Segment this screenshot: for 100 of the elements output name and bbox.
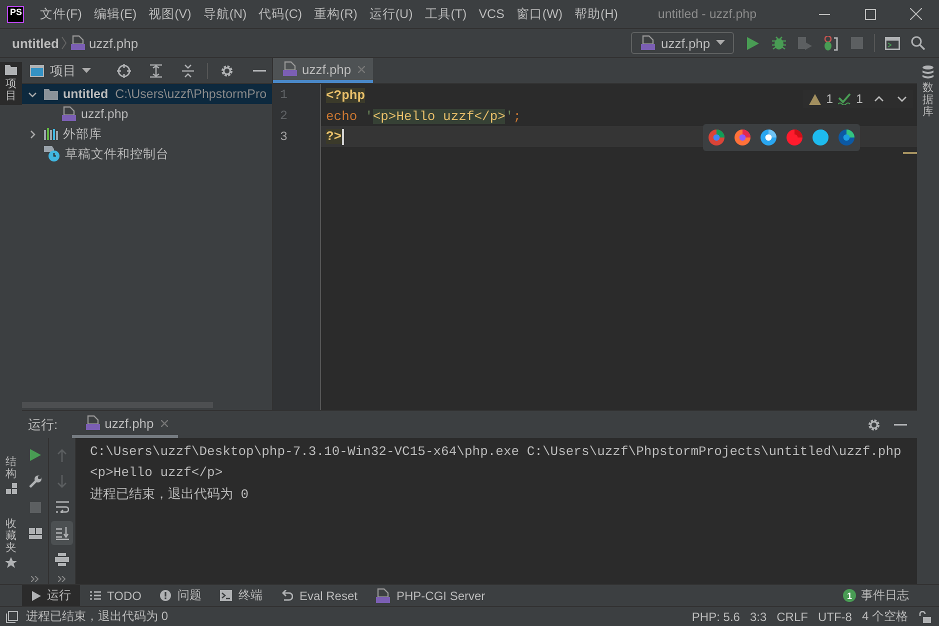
wrench-icon[interactable] (28, 474, 42, 488)
status-item[interactable]: 3:3 (744, 610, 772, 624)
php-file-icon (376, 588, 390, 604)
tool-window-label: 结构 (6, 456, 16, 480)
locate-icon[interactable] (117, 64, 131, 78)
run-icon[interactable] (747, 36, 759, 50)
menu-item[interactable]: 重构(R) (308, 6, 364, 22)
tool-window-label: 项目 (6, 78, 16, 102)
warning-icon[interactable] (809, 94, 822, 104)
editor-tab[interactable]: uzzf.php (273, 58, 374, 83)
run-config-dropdown[interactable]: uzzf.php (631, 32, 734, 54)
undo-icon (281, 590, 294, 602)
settings-icon[interactable] (867, 418, 881, 432)
debug-attach-icon[interactable] (824, 36, 838, 50)
notification-count: 1 (843, 589, 856, 602)
console-line: 进程已结束，退出代码为 0 (90, 486, 250, 504)
tree-label: uzzf.php (81, 107, 128, 121)
tree-item[interactable]: 外部库 (22, 124, 272, 144)
chevron-icon (60, 36, 67, 50)
menu-item[interactable]: 帮助(H) (568, 6, 624, 22)
previous-icon[interactable] (874, 96, 884, 102)
run-tab[interactable]: uzzf.php (72, 411, 178, 438)
status-item[interactable]: 4 个空格 (856, 608, 913, 625)
menu-item[interactable]: 窗口(W) (510, 6, 569, 22)
typo-check-icon[interactable] (838, 93, 852, 105)
tool-window-tab[interactable]: 运行 (22, 585, 80, 606)
php-file-icon (283, 61, 297, 77)
folder-icon (5, 65, 17, 75)
structure-icon (6, 482, 16, 494)
database-icon (922, 65, 934, 79)
tool-window-button[interactable]: 收藏夹 (0, 514, 22, 572)
php-file-icon (641, 35, 655, 51)
project-view-dropdown[interactable]: 项目 (30, 62, 91, 80)
panel-label: 运行: (28, 416, 58, 434)
scroll-to-end-button[interactable] (51, 521, 73, 545)
warning-count: 1 (826, 92, 834, 106)
caret-icon (82, 68, 91, 73)
menu-item[interactable]: 编辑(E) (88, 6, 143, 22)
tool-window-button[interactable]: 结构 (0, 452, 22, 497)
menu-item[interactable]: VCS (472, 7, 510, 21)
tool-window-tab[interactable]: 终端 (210, 585, 272, 606)
caret-icon (716, 40, 726, 46)
menu-item[interactable]: 工具(T) (418, 6, 473, 22)
breadcrumb[interactable]: uzzf.php (88, 36, 138, 50)
expand-all-icon[interactable] (150, 64, 162, 78)
tree-item[interactable]: 草稿文件和控制台 (22, 144, 272, 164)
menu-item[interactable]: 运行(U) (363, 6, 419, 22)
folder-icon (44, 88, 58, 100)
tool-window-tab[interactable]: PHP-CGI Server (366, 585, 494, 606)
status-message: 进程已结束，退出代码为 0 (26, 608, 168, 625)
rerun-icon[interactable] (30, 449, 40, 461)
tree-label: 外部库 (63, 126, 102, 142)
menu-item[interactable]: 代码(C) (252, 6, 308, 22)
event-log-button[interactable]: 1 事件日志 (843, 585, 939, 606)
play-icon (32, 590, 41, 600)
window-title: untitled - uzzf.php (658, 7, 757, 21)
exclamation-icon (160, 590, 172, 601)
more-icon[interactable] (31, 576, 39, 582)
typo-count: 1 (856, 92, 863, 106)
php-file-icon (70, 35, 85, 51)
list-icon (90, 591, 101, 600)
layout-icon[interactable] (28, 528, 42, 538)
scroll-to-end-icon[interactable] (56, 526, 68, 540)
line-number: 3 (279, 128, 289, 146)
menu-item[interactable]: 导航(N) (197, 6, 253, 22)
terminal-window-icon[interactable] (884, 36, 900, 50)
next-icon[interactable] (897, 96, 907, 102)
console-line: C:\Users\uzzf\Desktop\php-7.3.10-Win32-VC15-x64\php.exe C:\Users\uzzf\PhpstormProjects\untitled\uzzf.php (90, 443, 902, 461)
tool-window-tab[interactable]: Eval Reset (271, 585, 366, 606)
status-item[interactable]: CRLF (772, 610, 813, 624)
scratch-clock-icon (44, 146, 60, 162)
star-icon (5, 557, 17, 569)
lock-icon[interactable] (919, 610, 931, 622)
tool-window-tab[interactable]: TODO (80, 585, 150, 606)
maximize-icon[interactable] (864, 8, 876, 20)
collapse-all-icon[interactable] (182, 64, 194, 78)
soft-wrap-icon[interactable] (56, 501, 68, 513)
tool-window-tab[interactable]: 问题 (150, 585, 210, 606)
settings-icon[interactable] (220, 64, 234, 78)
status-item[interactable]: PHP: 5.6 (686, 610, 745, 624)
library-icon (44, 128, 58, 140)
print-icon[interactable] (55, 552, 69, 566)
menu-item[interactable]: 视图(V) (142, 6, 198, 22)
php-file-icon (62, 106, 76, 122)
breadcrumb[interactable]: untitled (12, 36, 59, 50)
tool-window-button[interactable]: 数据库 (917, 62, 939, 122)
scroll-marker[interactable] (903, 152, 917, 154)
tree-item[interactable]: uzzf.php (22, 104, 272, 124)
status-item[interactable]: UTF-8 (812, 610, 857, 624)
tool-window-label: 数据库 (922, 82, 934, 118)
tree-item[interactable]: untitled C:\Users\uzzf\PhpstormPro (22, 84, 272, 104)
close-icon[interactable] (910, 8, 922, 20)
php-file-icon (86, 415, 100, 431)
tool-window-button[interactable]: 项目 (0, 62, 22, 106)
menu-item[interactable]: 文件(F) (34, 6, 88, 22)
tool-window-label: 收藏夹 (6, 518, 16, 554)
panel-toggle-icon[interactable] (6, 610, 18, 622)
bug-icon[interactable] (772, 36, 786, 50)
more-icon[interactable] (58, 576, 66, 582)
search-icon[interactable] (911, 36, 925, 50)
